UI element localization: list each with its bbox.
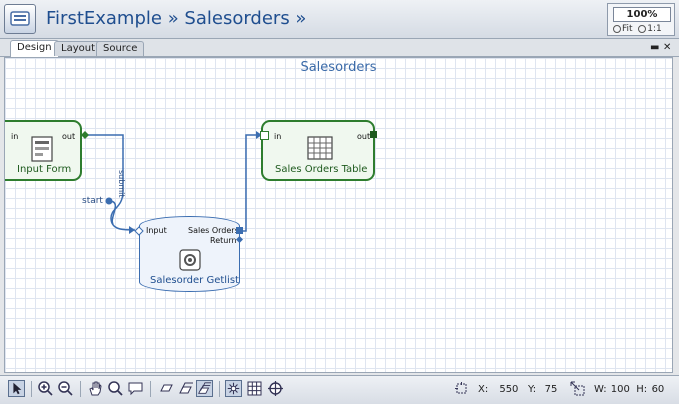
zoom-control: 100% Fit 1:1 [607,3,675,36]
sales-orders-table-label: Sales Orders Table [275,164,368,175]
pan-hand-icon[interactable] [87,380,104,397]
input-form-in-port: in [11,132,19,141]
getlist-return-handle[interactable] [235,235,244,244]
result-edge [240,134,260,232]
tab-bar: Design Layout Source ▬ ✕ [0,39,679,57]
zoom-out-icon[interactable] [57,380,74,397]
comment-icon[interactable] [127,380,144,397]
table-in-port: in [274,132,282,141]
sales-orders-table-node[interactable]: in out Sales Orders Table [261,120,375,181]
y-value: 75 [544,384,558,395]
snap-icon[interactable] [225,380,242,397]
getlist-input-handle[interactable] [134,226,144,236]
layer-stack-icon[interactable] [177,380,194,397]
table-in-handle[interactable] [260,131,269,140]
zoom-1to1-label: 1:1 [647,24,662,34]
input-form-out-port: out [62,132,76,141]
select-tool-icon[interactable] [8,380,25,397]
crosshair-icon[interactable] [267,380,284,397]
input-form-label: Input Form [17,164,72,175]
zoom-fit-radio[interactable] [613,24,621,33]
position-icon [455,382,467,394]
h-label: H: [636,384,648,395]
size-icon [570,381,585,396]
submit-edge-label: submit [117,170,126,198]
submit-edge [85,134,136,231]
tab-design[interactable]: Design [10,40,59,57]
table-out-handle[interactable] [370,131,377,138]
start-label: start [82,196,103,206]
window-title: FirstExample » Salesorders » [46,8,307,29]
x-label: X: [478,384,489,395]
y-label: Y: [527,384,537,395]
grid-icon[interactable] [246,380,263,397]
magnifier-icon[interactable] [107,380,124,397]
title-bar: FirstExample » Salesorders » 100% Fit 1:… [0,0,679,39]
zoom-in-icon[interactable] [37,380,54,397]
form-icon [31,136,53,162]
service-icon [179,249,201,271]
x-value: 550 [499,384,519,395]
connections [85,131,262,234]
zoom-1to1-radio[interactable] [638,24,647,33]
salesorder-getlist-label: Salesorder Getlist [150,275,239,286]
design-canvas[interactable]: Salesorders submit start in out Input Fo… [4,57,673,373]
layer-flat-icon[interactable] [157,380,174,397]
input-form-out-handle[interactable] [80,130,90,140]
h-value: 60 [651,384,665,395]
tab-source[interactable]: Source [96,41,145,56]
toolbar: X: 550 Y: 75 W: 100 H: 60 [0,375,679,404]
size-readout: W: 100 H: 60 [594,384,664,395]
getlist-input-port: Input [146,226,167,235]
input-form-node[interactable]: in out Input Form [5,120,82,181]
storyboard-icon[interactable] [4,4,36,34]
restore-icon[interactable]: ▬ [650,42,659,53]
zoom-options: Fit 1:1 [613,24,662,34]
table-icon [307,136,333,160]
salesorder-getlist-node[interactable]: Input Sales Orders Return Salesorder Get… [139,216,240,292]
close-icon[interactable]: ✕ [663,42,671,53]
getlist-return-port: Return [210,236,237,245]
w-label: W: [594,384,607,395]
position-readout: X: 550 Y: 75 [478,384,557,395]
getlist-sales-orders-port: Sales Orders [188,226,239,235]
getlist-out-handle[interactable] [236,227,243,234]
w-value: 100 [610,384,630,395]
tab-layout[interactable]: Layout [54,41,102,56]
table-out-port: out [357,132,371,141]
zoom-level[interactable]: 100% [613,7,671,22]
layer-multi-icon[interactable] [196,380,213,397]
zoom-fit-label: Fit [622,24,633,34]
